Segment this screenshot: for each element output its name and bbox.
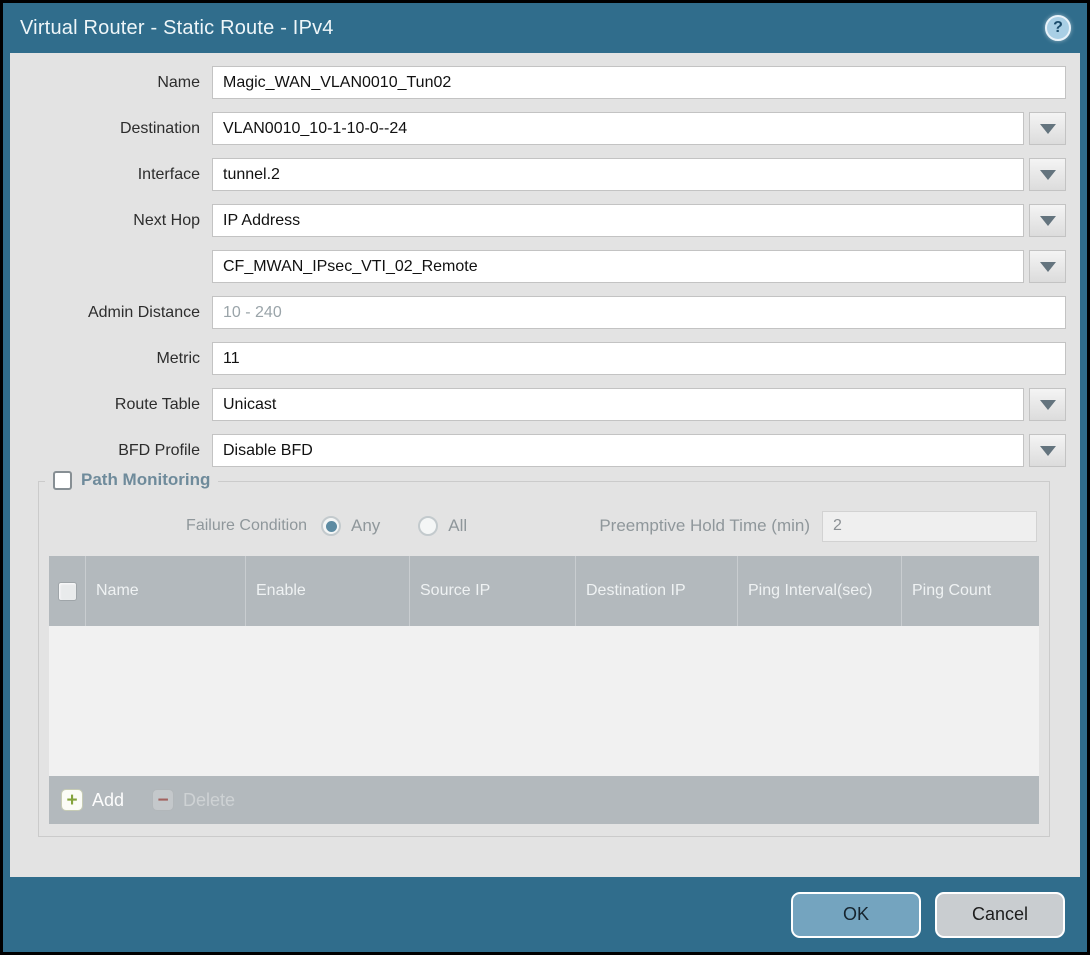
route-table-dropdown-button[interactable] <box>1029 388 1066 421</box>
interface-label: Interface <box>20 166 212 184</box>
bfd-profile-dropdown-button[interactable] <box>1029 434 1066 467</box>
preemptive-hold-time-label: Preemptive Hold Time (min) <box>599 516 822 536</box>
dialog-footer: OK Cancel <box>3 877 1087 952</box>
add-button[interactable]: + Add <box>61 789 124 811</box>
next-hop-type-input[interactable] <box>212 204 1024 237</box>
path-monitoring-section: Path Monitoring Failure Condition Any Al… <box>38 481 1050 837</box>
next-hop-address-dropdown-button[interactable] <box>1029 250 1066 283</box>
dialog-title: Virtual Router - Static Route - IPv4 <box>20 17 334 40</box>
admin-distance-input[interactable] <box>212 296 1066 329</box>
metric-input[interactable] <box>212 342 1066 375</box>
header-cell-select <box>49 556 85 626</box>
delete-button-label: Delete <box>183 790 235 811</box>
header-cell-name: Name <box>85 556 245 626</box>
path-monitoring-table: Name Enable Source IP Destination IP Pin… <box>49 556 1039 824</box>
failure-condition-label: Failure Condition <box>49 517 321 535</box>
plus-icon: + <box>61 789 83 811</box>
form-row-interface: Interface <box>20 158 1066 191</box>
minus-icon: − <box>152 789 174 811</box>
preemptive-hold-time-input[interactable] <box>822 511 1037 542</box>
radio-all-icon <box>418 516 438 536</box>
form-row-next-hop-address <box>20 250 1066 283</box>
chevron-down-icon <box>1040 216 1056 226</box>
table-body-empty <box>49 626 1039 776</box>
header-cell-ping-interval: Ping Interval(sec) <box>737 556 901 626</box>
header-cell-source-ip: Source IP <box>409 556 575 626</box>
failure-condition-all-option[interactable]: All <box>418 516 467 536</box>
static-route-dialog: Virtual Router - Static Route - IPv4 ? N… <box>3 3 1087 952</box>
next-hop-address-input[interactable] <box>212 250 1024 283</box>
header-cell-ping-count: Ping Count <box>901 556 1039 626</box>
ok-button[interactable]: OK <box>791 892 921 938</box>
chevron-down-icon <box>1040 170 1056 180</box>
next-hop-type-dropdown-button[interactable] <box>1029 204 1066 237</box>
table-toolbar: + Add − Delete <box>49 776 1039 824</box>
failure-condition-row: Failure Condition Any All Preemptive Hol… <box>49 510 1039 542</box>
route-table-label: Route Table <box>20 396 212 414</box>
name-label: Name <box>20 74 212 92</box>
form-row-destination: Destination <box>20 112 1066 145</box>
destination-label: Destination <box>20 120 212 138</box>
chevron-down-icon <box>1040 400 1056 410</box>
path-monitoring-legend: Path Monitoring <box>45 470 218 490</box>
admin-distance-label: Admin Distance <box>20 304 212 322</box>
failure-condition-any-option[interactable]: Any <box>321 516 380 536</box>
form-row-metric: Metric <box>20 342 1066 375</box>
dialog-frame: Virtual Router - Static Route - IPv4 ? N… <box>0 0 1090 955</box>
form-row-name: Name <box>20 66 1066 99</box>
route-table-input[interactable] <box>212 388 1024 421</box>
form-row-bfd-profile: BFD Profile <box>20 434 1066 467</box>
form-row-admin-distance: Admin Distance <box>20 296 1066 329</box>
table-header-row: Name Enable Source IP Destination IP Pin… <box>49 556 1039 626</box>
path-monitoring-checkbox[interactable] <box>53 471 72 490</box>
cancel-button[interactable]: Cancel <box>935 892 1065 938</box>
bfd-profile-label: BFD Profile <box>20 442 212 460</box>
name-input[interactable] <box>212 66 1066 99</box>
interface-input[interactable] <box>212 158 1024 191</box>
select-all-checkbox[interactable] <box>58 582 77 601</box>
bfd-profile-input[interactable] <box>212 434 1024 467</box>
chevron-down-icon <box>1040 446 1056 456</box>
destination-input[interactable] <box>212 112 1024 145</box>
radio-any-label: Any <box>351 516 380 536</box>
form-row-next-hop: Next Hop <box>20 204 1066 237</box>
interface-dropdown-button[interactable] <box>1029 158 1066 191</box>
form-row-route-table: Route Table <box>20 388 1066 421</box>
titlebar: Virtual Router - Static Route - IPv4 ? <box>3 3 1087 53</box>
radio-any-icon <box>321 516 341 536</box>
radio-all-label: All <box>448 516 467 536</box>
header-cell-destination-ip: Destination IP <box>575 556 737 626</box>
delete-button[interactable]: − Delete <box>152 789 235 811</box>
chevron-down-icon <box>1040 124 1056 134</box>
header-cell-enable: Enable <box>245 556 409 626</box>
dialog-body: Name Destination Interface <box>10 53 1080 877</box>
help-icon[interactable]: ? <box>1045 15 1071 41</box>
destination-dropdown-button[interactable] <box>1029 112 1066 145</box>
chevron-down-icon <box>1040 262 1056 272</box>
add-button-label: Add <box>92 790 124 811</box>
next-hop-label: Next Hop <box>20 212 212 230</box>
path-monitoring-title: Path Monitoring <box>81 470 210 490</box>
metric-label: Metric <box>20 350 212 368</box>
